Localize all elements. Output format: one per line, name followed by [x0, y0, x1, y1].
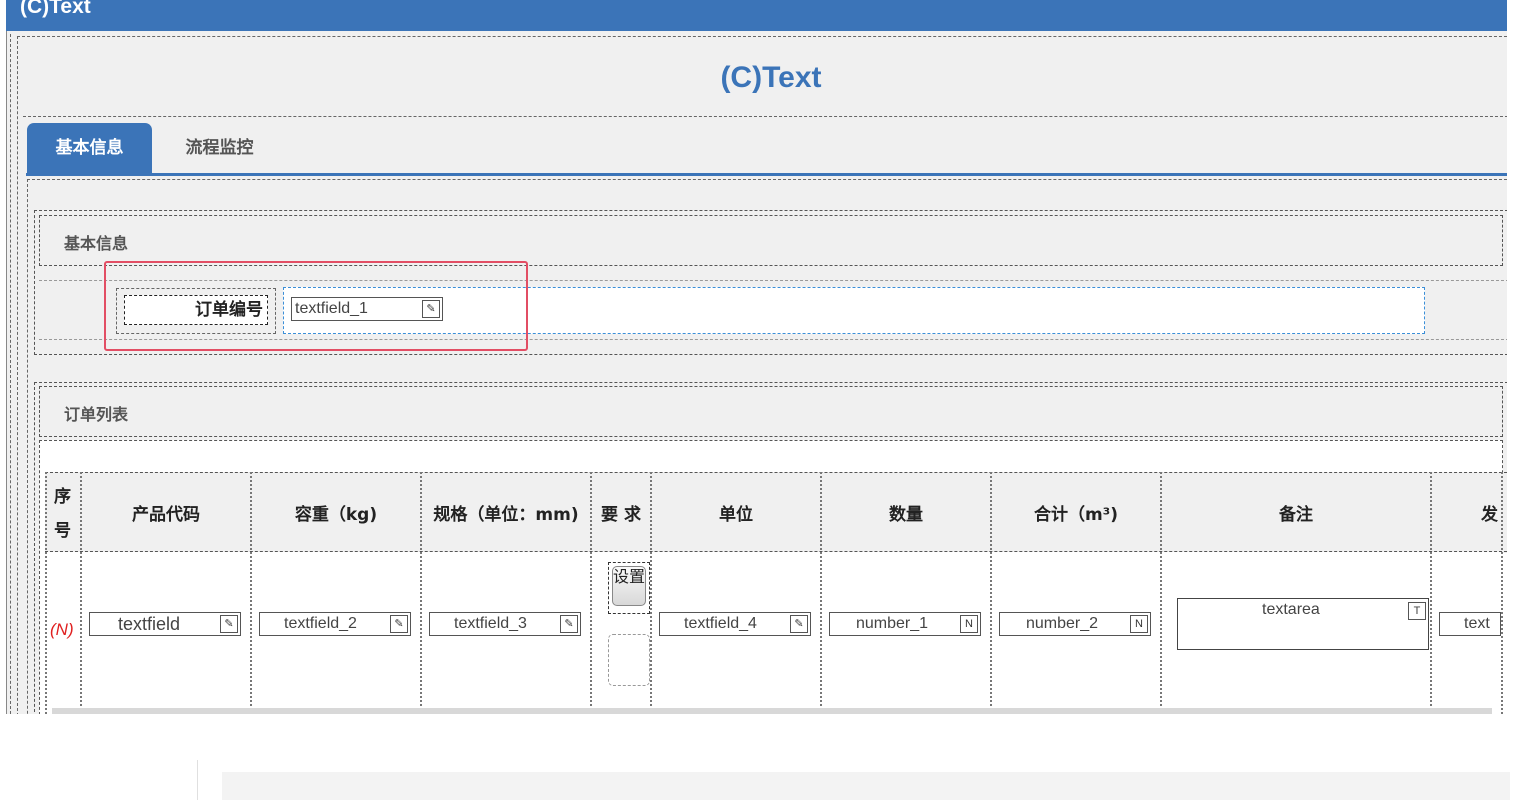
col-divider	[650, 472, 652, 714]
section-order-list-title: 订单列表	[64, 405, 129, 424]
number-icon: N	[960, 615, 978, 633]
col-divider	[990, 472, 992, 714]
total-field[interactable]: number_2 N	[999, 612, 1151, 636]
col-divider	[80, 472, 82, 714]
window-title: (C)Text	[20, 0, 91, 18]
col-divider	[250, 472, 252, 714]
col-quantity[interactable]: 数量	[821, 472, 991, 552]
form-title: (C)Text	[720, 61, 822, 94]
edit-icon: ✎	[220, 615, 238, 633]
window-titlebar: (C)Text	[6, 0, 1507, 31]
col-divider	[1501, 472, 1503, 714]
horizontal-scrollbar[interactable]	[52, 708, 1492, 714]
density-field[interactable]: textfield_2 ✎	[259, 612, 411, 636]
col-divider	[420, 472, 422, 714]
selection-highlight	[104, 261, 528, 351]
edit-icon: ✎	[390, 615, 408, 633]
tab-process-monitor[interactable]: 流程监控	[157, 123, 282, 173]
col-total[interactable]: 合计（m³)	[991, 472, 1161, 552]
remark-textarea[interactable]: textarea T	[1177, 598, 1429, 650]
seq-header: 序 号	[54, 487, 71, 541]
col-unit[interactable]: 单位	[651, 472, 821, 552]
product-code-field[interactable]: textfield ✎	[89, 612, 241, 636]
edit-icon: ✎	[560, 615, 578, 633]
unit-field[interactable]: textfield_4 ✎	[659, 612, 811, 636]
col-ship[interactable]: 发	[1431, 472, 1507, 552]
col-divider	[1430, 472, 1432, 714]
quantity-field[interactable]: number_1 N	[829, 612, 981, 636]
section-basic-info-header: 基本信息	[39, 215, 1503, 266]
col-divider	[590, 472, 592, 714]
panel-divider	[197, 760, 198, 800]
tab-bar: 基本信息 流程监控	[26, 121, 1507, 175]
ship-field[interactable]: text	[1439, 612, 1501, 636]
number-icon: N	[1130, 615, 1148, 633]
col-remark[interactable]: 备注	[1161, 472, 1431, 552]
bottom-panel	[222, 772, 1510, 800]
tab-underline	[26, 173, 1507, 176]
textarea-icon: T	[1408, 602, 1426, 620]
row-marker: (N)	[50, 620, 74, 639]
set-button-slot: 设置	[608, 562, 650, 614]
empty-button-slot[interactable]	[608, 634, 650, 686]
col-density[interactable]: 容重（kg)	[251, 472, 421, 552]
title-divider	[23, 116, 1507, 117]
col-divider	[45, 472, 47, 714]
edit-icon: ✎	[790, 615, 808, 633]
col-requirement[interactable]: 要 求	[591, 472, 651, 552]
col-spec[interactable]: 规格（单位：mm)	[421, 472, 591, 552]
form-designer-canvas: (C)Text 基本信息 流程监控 基本信息 订单编号 textfield_1 …	[7, 31, 1507, 714]
section-basic-info-title: 基本信息	[64, 234, 129, 253]
spec-field[interactable]: textfield_3 ✎	[429, 612, 581, 636]
section-order-list-header: 订单列表	[39, 386, 1503, 437]
col-divider	[820, 472, 822, 714]
col-product-code[interactable]: 产品代码	[81, 472, 251, 552]
order-table: 序 号 产品代码 容重（kg) 规格（单位：mm) 要 求 单位 数量 合计（m…	[45, 472, 1507, 714]
set-button[interactable]: 设置	[612, 566, 646, 606]
tab-basic-info[interactable]: 基本信息	[27, 123, 152, 173]
col-divider	[1160, 472, 1162, 714]
